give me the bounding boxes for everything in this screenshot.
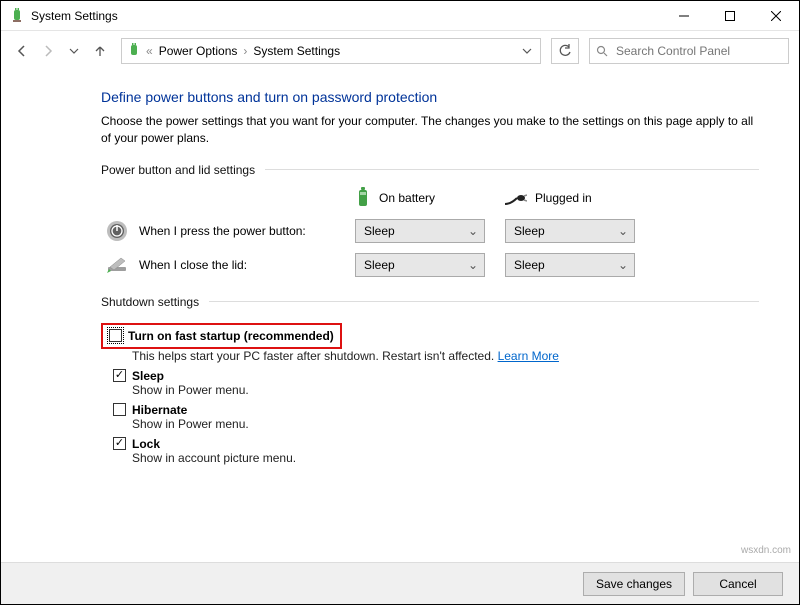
close-lid-icon bbox=[105, 253, 129, 277]
lock-item: ✓ Lock Show in account picture menu. bbox=[113, 437, 759, 465]
chevron-down-icon: ⌄ bbox=[618, 224, 628, 238]
hibernate-item: Hibernate Show in Power menu. bbox=[113, 403, 759, 431]
window-controls bbox=[661, 1, 799, 31]
fast-startup-sub: This helps start your PC faster after sh… bbox=[132, 349, 759, 363]
breadcrumb-item[interactable]: System Settings bbox=[251, 44, 342, 58]
address-dropdown-button[interactable] bbox=[516, 40, 538, 62]
navigation-bar: « Power Options › System Settings bbox=[1, 31, 799, 71]
search-icon bbox=[596, 45, 608, 57]
row-label-text: When I press the power button: bbox=[139, 224, 306, 238]
hibernate-label: Hibernate bbox=[132, 403, 187, 417]
section-shutdown-title: Shutdown settings bbox=[101, 295, 759, 309]
divider bbox=[209, 301, 759, 302]
refresh-button[interactable] bbox=[551, 38, 579, 64]
sleep-item: ✓ Sleep Show in Power menu. bbox=[113, 369, 759, 397]
fast-startup-description: This helps start your PC faster after sh… bbox=[132, 349, 498, 363]
bottom-bar: Save changes Cancel bbox=[1, 562, 799, 604]
shutdown-settings: Turn on fast startup (recommended) This … bbox=[101, 319, 759, 465]
lock-sub: Show in account picture menu. bbox=[132, 451, 759, 465]
title-bar: System Settings bbox=[1, 1, 799, 31]
dropdown-value: Sleep bbox=[514, 258, 545, 272]
section-power-title: Power button and lid settings bbox=[101, 163, 759, 177]
sleep-checkbox[interactable]: ✓ bbox=[113, 369, 126, 382]
close-button[interactable] bbox=[753, 1, 799, 31]
section-label: Shutdown settings bbox=[101, 295, 199, 309]
chevron-down-icon: ⌄ bbox=[618, 258, 628, 272]
column-header-battery: On battery bbox=[355, 187, 485, 209]
power-button-battery-dropdown[interactable]: Sleep ⌄ bbox=[355, 219, 485, 243]
fast-startup-highlight: Turn on fast startup (recommended) bbox=[101, 323, 342, 349]
dropdown-value: Sleep bbox=[514, 224, 545, 238]
fast-startup-label: Turn on fast startup (recommended) bbox=[128, 329, 334, 343]
power-grid: On battery Plugged in When I press the p… bbox=[105, 187, 759, 277]
close-lid-plugged-dropdown[interactable]: Sleep ⌄ bbox=[505, 253, 635, 277]
dropdown-value: Sleep bbox=[364, 258, 395, 272]
row-power-button: When I press the power button: bbox=[105, 219, 335, 243]
battery-icon bbox=[355, 187, 371, 209]
row-label-text: When I close the lid: bbox=[139, 258, 247, 272]
search-input[interactable] bbox=[614, 43, 782, 59]
fast-startup-row: Turn on fast startup (recommended) bbox=[109, 329, 334, 343]
minimize-button[interactable] bbox=[661, 1, 707, 31]
sleep-label: Sleep bbox=[132, 369, 164, 383]
breadcrumb-prefix: « bbox=[146, 44, 153, 58]
sleep-sub: Show in Power menu. bbox=[132, 383, 759, 397]
chevron-down-icon: ⌄ bbox=[468, 224, 478, 238]
maximize-button[interactable] bbox=[707, 1, 753, 31]
lock-label: Lock bbox=[132, 437, 160, 451]
back-button[interactable] bbox=[11, 40, 33, 62]
plug-icon bbox=[505, 190, 527, 206]
chevron-down-icon: ⌄ bbox=[468, 258, 478, 272]
learn-more-link[interactable]: Learn More bbox=[498, 349, 559, 363]
section-label: Power button and lid settings bbox=[101, 163, 255, 177]
power-options-icon bbox=[9, 8, 25, 24]
watermark: wsxdn.com bbox=[741, 545, 791, 556]
chevron-right-icon: › bbox=[243, 44, 247, 58]
breadcrumb-item[interactable]: Power Options bbox=[157, 44, 240, 58]
column-label: On battery bbox=[379, 191, 435, 205]
power-button-icon bbox=[105, 219, 129, 243]
fast-startup-checkbox[interactable] bbox=[109, 329, 122, 342]
search-box[interactable] bbox=[589, 38, 789, 64]
up-button[interactable] bbox=[89, 40, 111, 62]
hibernate-checkbox[interactable] bbox=[113, 403, 126, 416]
hibernate-sub: Show in Power menu. bbox=[132, 417, 759, 431]
page-description: Choose the power settings that you want … bbox=[101, 113, 759, 147]
cancel-button[interactable]: Cancel bbox=[693, 572, 783, 596]
power-button-plugged-dropdown[interactable]: Sleep ⌄ bbox=[505, 219, 635, 243]
lock-checkbox[interactable]: ✓ bbox=[113, 437, 126, 450]
divider bbox=[265, 169, 759, 170]
recent-locations-button[interactable] bbox=[63, 40, 85, 62]
close-lid-battery-dropdown[interactable]: Sleep ⌄ bbox=[355, 253, 485, 277]
address-bar[interactable]: « Power Options › System Settings bbox=[121, 38, 541, 64]
column-label: Plugged in bbox=[535, 191, 592, 205]
page-heading: Define power buttons and turn on passwor… bbox=[101, 89, 759, 105]
save-changes-button[interactable]: Save changes bbox=[583, 572, 685, 596]
forward-button[interactable] bbox=[37, 40, 59, 62]
row-close-lid: When I close the lid: bbox=[105, 253, 335, 277]
dropdown-value: Sleep bbox=[364, 224, 395, 238]
window-title: System Settings bbox=[31, 9, 118, 23]
column-header-plugged: Plugged in bbox=[505, 190, 635, 206]
power-options-icon bbox=[126, 43, 142, 59]
content-area: Define power buttons and turn on passwor… bbox=[1, 71, 799, 477]
